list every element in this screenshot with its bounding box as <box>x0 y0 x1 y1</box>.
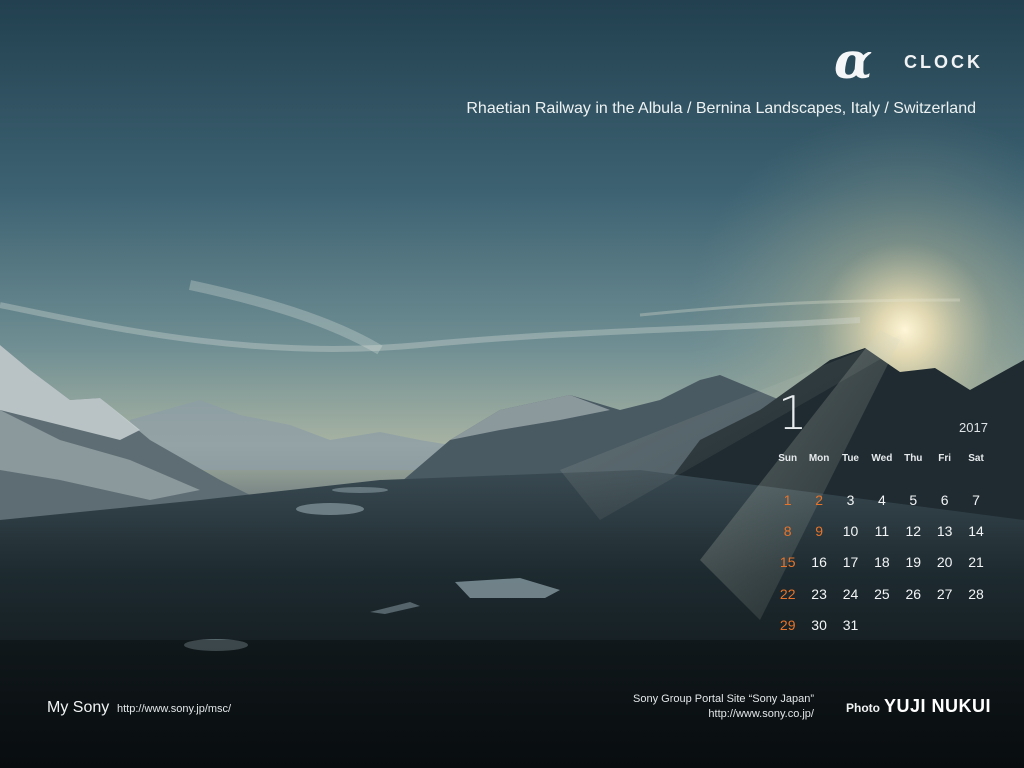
my-sony-label: My Sony <box>47 699 110 716</box>
photo-credit: Photo YUJI NUKUI <box>846 696 991 717</box>
calendar-day: 29 <box>779 616 796 633</box>
portal-site-label: Sony Group Portal Site “Sony Japan” <box>633 693 814 705</box>
weekday-label: Mon <box>808 452 830 464</box>
calendar-day: 2 <box>815 491 823 508</box>
calendar-day: 4 <box>877 491 886 508</box>
portal-site-info: Sony Group Portal Site “Sony Japan” http… <box>633 692 814 722</box>
calendar-day: 30 <box>811 616 827 633</box>
calendar-day: 26 <box>905 585 922 602</box>
calendar-week-row: 29 30 31 <box>772 609 992 640</box>
weekday-label: Thu <box>904 452 923 464</box>
calendar-day: 17 <box>842 554 859 571</box>
alpha-logo-icon: α <box>834 31 873 90</box>
calendar-grid: Sun Mon Tue Wed Thu Fri Sat 1 2 3 4 5 6 … <box>772 448 992 640</box>
portal-site-url: http://www.sony.co.jp/ <box>708 708 814 720</box>
calendar-week-row: 1 2 3 4 5 6 7 <box>772 484 992 515</box>
calendar-day: 5 <box>909 491 918 508</box>
calendar-day: 12 <box>905 522 922 539</box>
photo-credit-label: Photo <box>846 701 880 715</box>
calendar-day: 25 <box>874 585 890 602</box>
calendar-day: 9 <box>815 522 823 539</box>
calendar-day: 6 <box>940 491 949 508</box>
calendar-day: 8 <box>783 522 792 539</box>
calendar-day: 15 <box>779 554 796 571</box>
calendar-day: 3 <box>846 491 855 508</box>
calendar-day: 24 <box>842 585 859 602</box>
calendar-day: 13 <box>936 522 953 539</box>
weekday-header-row: Sun Mon Tue Wed Thu Fri Sat <box>772 448 992 468</box>
calendar-day: 21 <box>968 554 984 571</box>
calendar-week-row: 22 23 24 25 26 27 28 <box>772 578 992 609</box>
weekday-label: Tue <box>841 452 859 464</box>
calendar-day: 31 <box>842 616 859 633</box>
calendar-day: 23 <box>811 585 827 602</box>
my-sony-url: http://www.sony.jp/msc/ <box>117 703 232 715</box>
calendar-day: 28 <box>968 585 984 602</box>
calendar-day: 22 <box>779 585 796 602</box>
calendar-day: 1 <box>783 491 792 508</box>
calendar-week-row: 15 16 17 18 19 20 21 <box>772 547 992 578</box>
weekday-label: Sun <box>778 452 798 464</box>
calendar-day: 20 <box>936 554 953 571</box>
photographer-name: YUJI NUKUI <box>884 696 992 716</box>
calendar-month: 1 <box>778 386 808 440</box>
calendar-day: 16 <box>811 554 827 571</box>
calendar-day: 11 <box>874 522 890 539</box>
calendar-day: 19 <box>905 554 922 571</box>
weekday-label: Fri <box>938 452 952 464</box>
calendar-day: 10 <box>842 522 859 539</box>
photo-caption: Rhaetian Railway in the Albula / Bernina… <box>466 100 976 117</box>
weekday-label: Wed <box>871 452 893 464</box>
calendar-year: 2017 <box>959 420 988 435</box>
calendar-day: 18 <box>874 554 890 571</box>
clock-title: CLOCK <box>904 52 983 72</box>
calendar-day: 27 <box>936 585 953 602</box>
weekday-label: Sat <box>968 452 984 464</box>
calendar-week-row: 8 9 10 11 12 13 14 <box>772 515 992 546</box>
calendar-day: 7 <box>972 491 980 508</box>
calendar-day: 14 <box>968 522 984 539</box>
